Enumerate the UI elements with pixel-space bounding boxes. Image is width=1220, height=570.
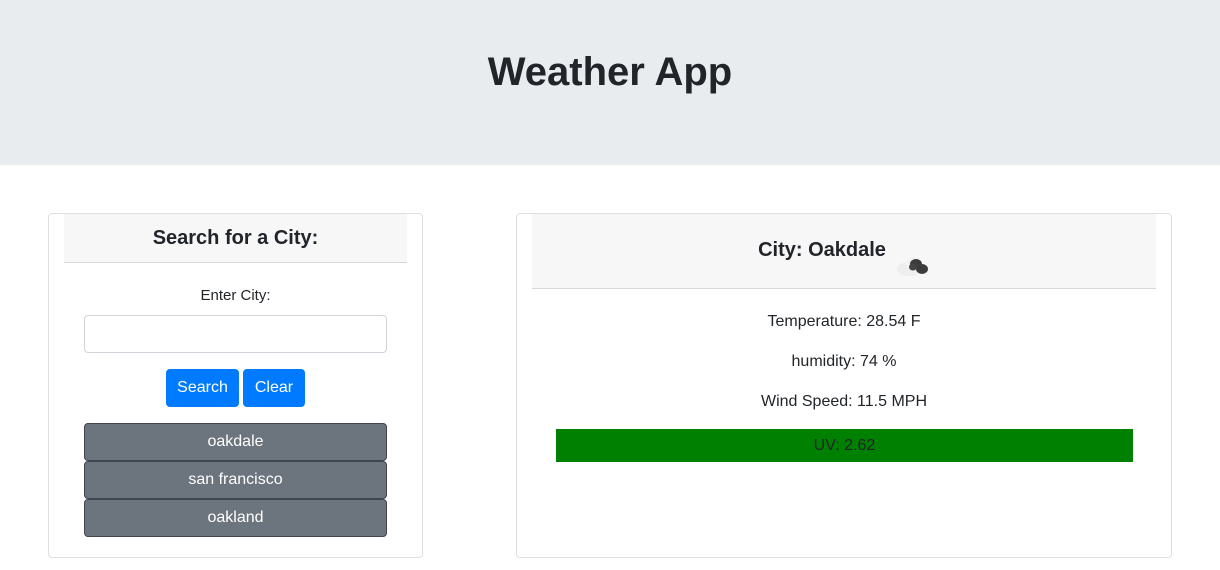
search-button[interactable]: Search <box>166 369 239 407</box>
clear-button[interactable]: Clear <box>243 369 305 407</box>
weather-card: City: Oakdale Temperature: 28.54 F humid… <box>516 213 1172 558</box>
temperature-text: Temperature: 28.54 F <box>767 313 921 330</box>
city-input-label: Enter City: <box>200 287 271 304</box>
city-input[interactable] <box>84 315 387 353</box>
search-card: Search for a City: Enter City: Search Cl… <box>48 213 423 558</box>
cloud-icon <box>894 236 930 276</box>
app-title: Weather App <box>487 50 733 94</box>
humidity-text: humidity: 74 % <box>791 353 897 370</box>
city-heading: City: Oakdale <box>532 214 1156 289</box>
city-name: City: Oakdale <box>758 239 886 261</box>
search-card-heading: Search for a City: <box>64 214 407 263</box>
header-jumbotron: Weather App <box>0 0 1220 165</box>
uv-index-bar: UV: 2.62 <box>556 429 1133 462</box>
wind-speed-text: Wind Speed: 11.5 MPH <box>760 393 927 410</box>
history-button-oakdale[interactable]: oakdale <box>84 423 387 461</box>
history-button-oakland[interactable]: oakland <box>84 499 387 537</box>
history-button-san-francisco[interactable]: san francisco <box>84 461 387 499</box>
